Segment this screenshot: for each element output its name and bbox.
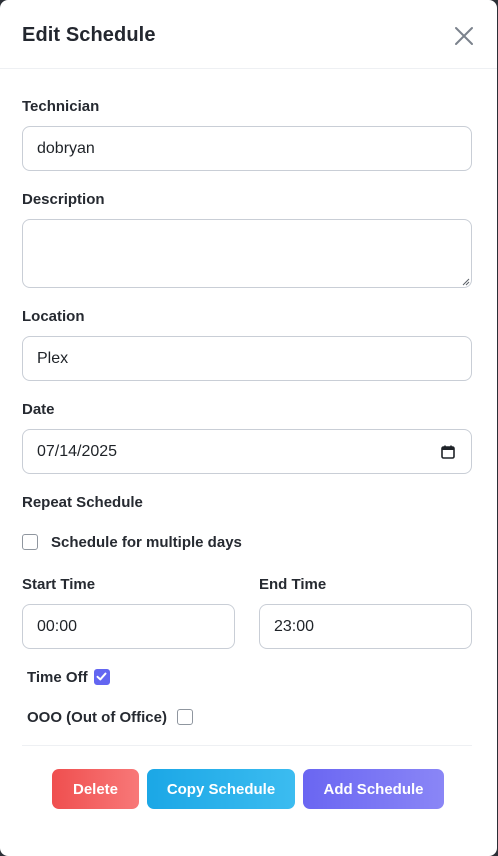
- ooo-label: OOO (Out of Office): [27, 709, 167, 726]
- location-input[interactable]: [22, 336, 472, 381]
- description-textarea[interactable]: [22, 219, 472, 288]
- date-label: Date: [22, 401, 55, 418]
- copy-schedule-button[interactable]: Copy Schedule: [147, 769, 295, 809]
- checkmark-icon: [96, 672, 107, 681]
- time-off-label: Time Off: [27, 669, 88, 686]
- start-time-label: Start Time: [22, 576, 96, 593]
- footer-divider: [22, 745, 472, 746]
- start-time-input[interactable]: [22, 604, 235, 649]
- edit-schedule-modal: Edit Schedule Technician Description Loc…: [0, 0, 497, 856]
- technician-label: Technician: [22, 98, 100, 115]
- close-icon: [455, 27, 473, 45]
- modal-header: Edit Schedule: [0, 0, 497, 69]
- multiple-days-checkbox[interactable]: [22, 534, 38, 550]
- resize-grip-icon[interactable]: [462, 278, 470, 286]
- technician-input[interactable]: [22, 126, 472, 171]
- date-input[interactable]: [22, 429, 472, 474]
- add-schedule-button[interactable]: Add Schedule: [303, 769, 444, 809]
- modal-title: Edit Schedule: [22, 24, 156, 46]
- close-button[interactable]: [452, 24, 476, 48]
- calendar-icon[interactable]: [440, 444, 456, 460]
- multiple-days-label: Schedule for multiple days: [51, 534, 242, 551]
- description-label: Description: [22, 191, 105, 208]
- delete-button[interactable]: Delete: [52, 769, 139, 809]
- ooo-checkbox[interactable]: [177, 709, 193, 725]
- end-time-input[interactable]: [259, 604, 472, 649]
- time-off-checkbox[interactable]: [94, 669, 110, 685]
- repeat-schedule-label: Repeat Schedule: [22, 494, 143, 511]
- location-label: Location: [22, 308, 85, 325]
- end-time-label: End Time: [259, 576, 327, 593]
